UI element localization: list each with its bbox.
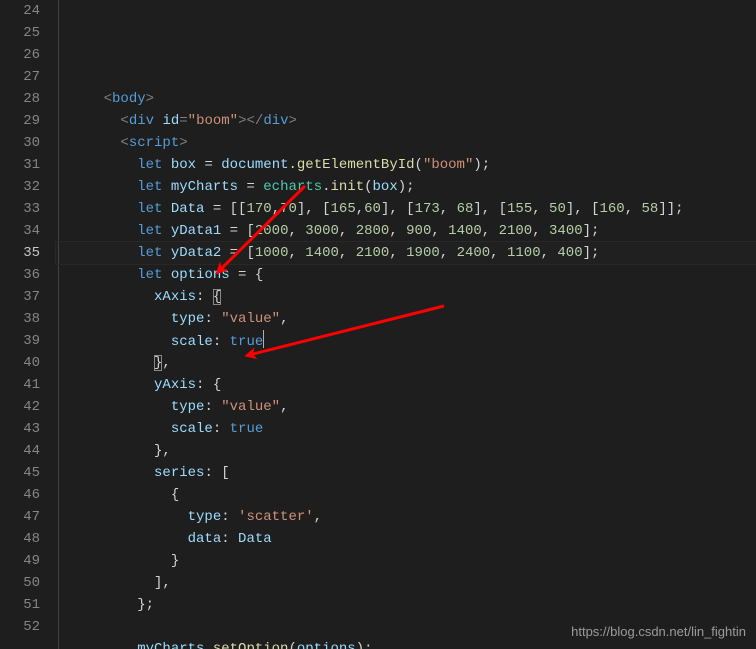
line-number: 25 (0, 22, 40, 44)
line-number: 39 (0, 330, 40, 352)
line-number: 30 (0, 132, 40, 154)
code-line[interactable]: let yData1 = [2000, 3000, 2800, 900, 140… (70, 220, 756, 242)
line-number: 41 (0, 374, 40, 396)
line-number: 29 (0, 110, 40, 132)
code-line[interactable]: }, (70, 352, 756, 374)
line-number: 50 (0, 572, 40, 594)
code-line[interactable]: series: [ (70, 462, 756, 484)
line-number: 26 (0, 44, 40, 66)
line-number: 42 (0, 396, 40, 418)
line-number: 45 (0, 462, 40, 484)
code-line[interactable]: type: "value", (70, 308, 756, 330)
line-number: 46 (0, 484, 40, 506)
line-number: 35 (0, 242, 40, 264)
line-number: 33 (0, 198, 40, 220)
code-line[interactable]: let Data = [[170,70], [165,60], [173, 68… (70, 198, 756, 220)
code-line[interactable]: }; (70, 594, 756, 616)
indent-guide (58, 0, 59, 649)
line-number: 38 (0, 308, 40, 330)
code-line[interactable]: <script> (70, 132, 756, 154)
line-number: 31 (0, 154, 40, 176)
line-number: 40 (0, 352, 40, 374)
code-line[interactable]: { (70, 484, 756, 506)
code-line[interactable]: type: 'scatter', (70, 506, 756, 528)
line-number: 51 (0, 594, 40, 616)
line-number: 52 (0, 616, 40, 638)
code-area[interactable]: <body> <div id="boom"></div> <script> le… (56, 0, 756, 649)
code-line[interactable]: scale: true (70, 418, 756, 440)
code-line[interactable]: type: "value", (70, 396, 756, 418)
code-line[interactable]: <body> (70, 88, 756, 110)
line-number: 47 (0, 506, 40, 528)
line-number: 48 (0, 528, 40, 550)
code-line[interactable]: yAxis: { (70, 374, 756, 396)
code-line[interactable]: <div id="boom"></div> (70, 110, 756, 132)
line-number: 43 (0, 418, 40, 440)
line-number: 34 (0, 220, 40, 242)
code-line[interactable]: } (70, 550, 756, 572)
line-number: 24 (0, 0, 40, 22)
code-line[interactable]: let myCharts = echarts.init(box); (70, 176, 756, 198)
line-number: 28 (0, 88, 40, 110)
line-number: 37 (0, 286, 40, 308)
line-number: 44 (0, 440, 40, 462)
watermark-text: https://blog.csdn.net/lin_fightin (571, 621, 746, 643)
code-line[interactable]: xAxis: { (70, 286, 756, 308)
code-line[interactable]: scale: true (70, 330, 756, 352)
code-editor[interactable]: 2425262728293031323334353637383940414243… (0, 0, 756, 649)
code-line[interactable]: ], (70, 572, 756, 594)
line-number: 27 (0, 66, 40, 88)
code-line[interactable]: }, (70, 440, 756, 462)
line-number: 32 (0, 176, 40, 198)
code-line[interactable]: data: Data (70, 528, 756, 550)
line-number: 36 (0, 264, 40, 286)
code-line[interactable]: let box = document.getElementById("boom"… (70, 154, 756, 176)
line-number: 49 (0, 550, 40, 572)
text-cursor (263, 330, 264, 348)
code-line[interactable]: let yData2 = [1000, 1400, 2100, 1900, 24… (70, 242, 756, 264)
line-number-gutter: 2425262728293031323334353637383940414243… (0, 0, 56, 649)
code-line[interactable]: let options = { (70, 264, 756, 286)
